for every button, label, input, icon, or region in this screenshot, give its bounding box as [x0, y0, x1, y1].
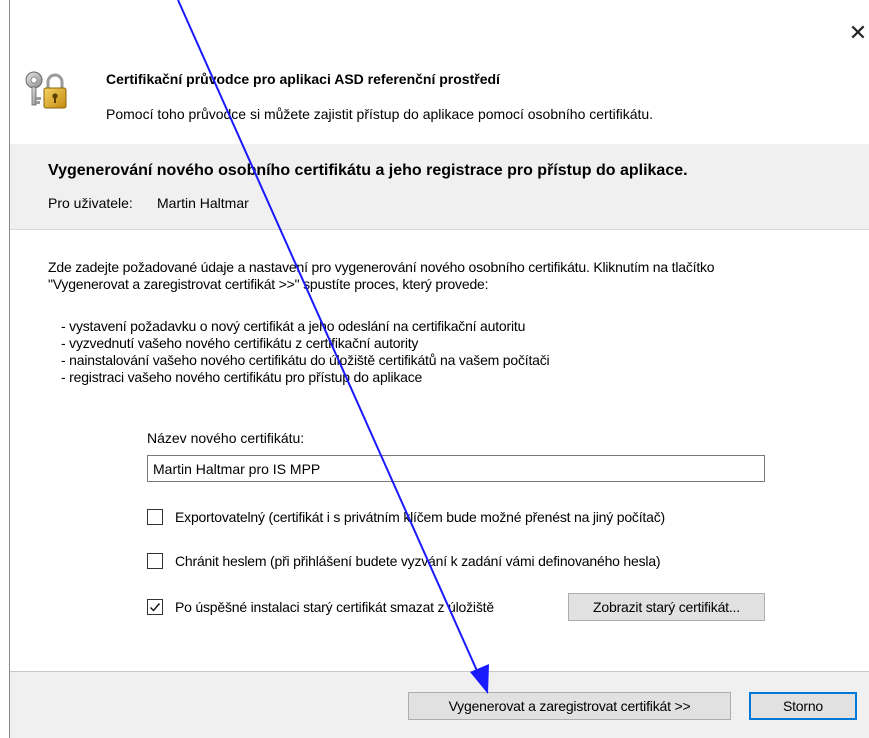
keys-lock-icon [25, 71, 67, 109]
exportable-checkbox[interactable] [147, 509, 163, 525]
intro-text: Zde zadejte požadované údaje a nastavení… [48, 259, 860, 293]
certificate-name-label: Název nového certifikátu: [147, 430, 305, 446]
certificate-name-input[interactable] [147, 455, 765, 482]
list-item: - vystavení požadavku o nový certifikát … [61, 318, 526, 334]
step-header-panel: Vygenerování nového osobního certifikátu… [10, 144, 869, 230]
intro-line-2: "Vygenerovat a zaregistrovat certifikát … [48, 276, 489, 292]
delete-old-checkbox[interactable] [147, 599, 163, 615]
generate-register-button[interactable]: Vygenerovat a zaregistrovat certifikát >… [408, 692, 731, 720]
wizard-title: Certifikační průvodce pro aplikaci ASD r… [106, 71, 500, 87]
user-name-value: Martin Haltmar [157, 195, 249, 211]
checkmark-icon [150, 603, 161, 612]
password-protect-checkbox[interactable] [147, 553, 163, 569]
exportable-label: Exportovatelný (certifikát i s privátním… [175, 509, 665, 525]
show-old-certificate-button[interactable]: Zobrazit starý certifikát... [568, 593, 765, 621]
password-protect-option[interactable]: Chránit heslem (při přihlášení budete vy… [147, 551, 661, 571]
exportable-option[interactable]: Exportovatelný (certifikát i s privátním… [147, 507, 665, 527]
list-item: - vyzvednutí vašeho nového certifikátu z… [61, 335, 419, 351]
footer-panel: Vygenerovat a zaregistrovat certifikát >… [10, 672, 869, 738]
certificate-wizard-dialog: ✕ Certifikační průvodce pro aplikaci ASD… [9, 0, 869, 738]
delete-old-label: Po úspěšné instalaci starý certifikát sm… [175, 599, 494, 615]
delete-old-option[interactable]: Po úspěšné instalaci starý certifikát sm… [147, 597, 494, 617]
intro-line-1: Zde zadejte požadované údaje a nastavení… [48, 259, 715, 275]
list-item: - registraci vašeho nového certifikátu p… [61, 369, 423, 385]
cancel-button[interactable]: Storno [749, 692, 857, 720]
wizard-subtitle: Pomocí toho průvodce si můžete zajistit … [106, 106, 654, 122]
process-steps-list: - vystavení požadavku o nový certifikát … [61, 318, 550, 386]
user-label: Pro uživatele: [48, 195, 133, 211]
list-item: - nainstalování vašeho nového certifikát… [61, 352, 550, 368]
password-protect-label: Chránit heslem (při přihlášení budete vy… [175, 553, 661, 569]
close-icon[interactable]: ✕ [846, 22, 869, 46]
step-title: Vygenerování nového osobního certifikátu… [48, 162, 688, 179]
